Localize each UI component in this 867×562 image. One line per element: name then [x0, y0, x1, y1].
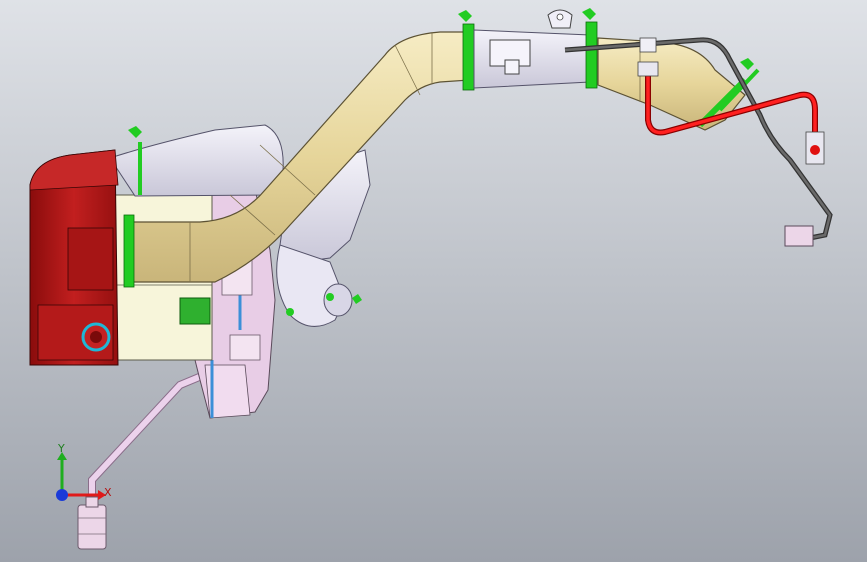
- triad-x-label: X: [104, 486, 112, 499]
- cad-model-viewport[interactable]: [0, 0, 867, 562]
- triad-y-label: Y: [58, 442, 65, 455]
- triad-z-axis: [56, 489, 68, 501]
- red-plenum: [29, 149, 119, 366]
